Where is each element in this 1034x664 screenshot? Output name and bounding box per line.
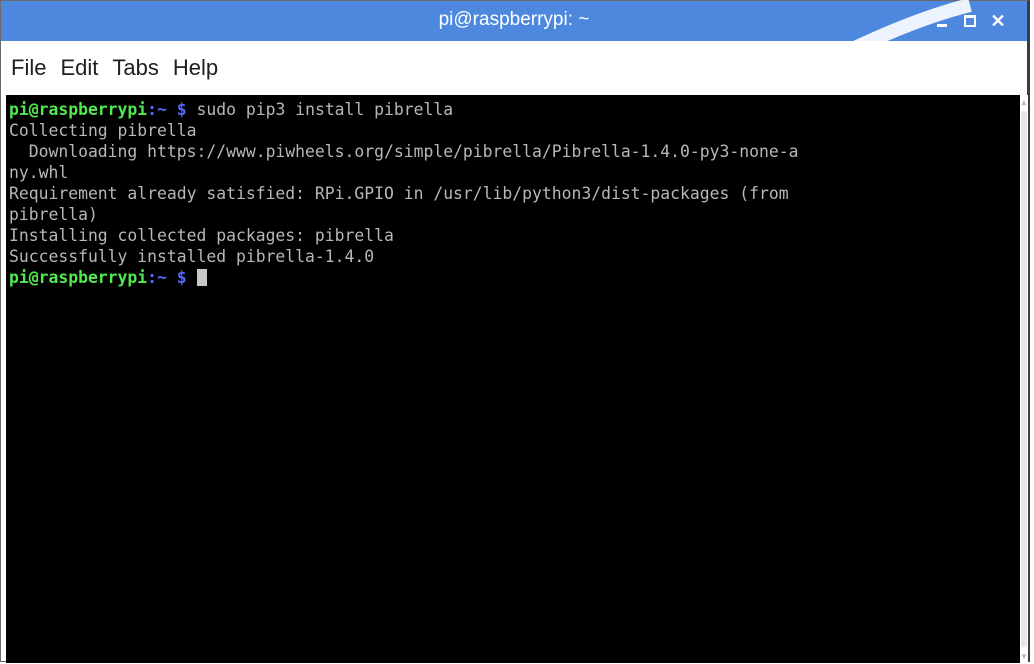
menu-help[interactable]: Help <box>171 55 220 81</box>
output-line: Collecting pibrella <box>9 121 197 140</box>
output-line: ny.whl <box>9 163 69 182</box>
scroll-thumb[interactable] <box>1021 111 1027 647</box>
terminal-window: pi@raspberrypi: ~ ✕ File Edit Tabs Help … <box>0 0 1030 663</box>
terminal-output[interactable]: pi@raspberrypi:~ $ sudo pip3 install pib… <box>6 95 1020 663</box>
scroll-down-icon[interactable]: ▼ <box>1020 651 1028 661</box>
menu-file[interactable]: File <box>9 55 48 81</box>
output-line: Successfully installed pibrella-1.4.0 <box>9 247 375 266</box>
maximize-button[interactable] <box>959 11 981 31</box>
scroll-up-icon[interactable]: ▲ <box>1020 97 1028 107</box>
prompt-sign: $ <box>176 100 187 119</box>
current-prompt-line: pi@raspberrypi:~ $ <box>9 267 1020 288</box>
window-title: pi@raspberrypi: ~ <box>438 9 590 30</box>
close-icon: ✕ <box>990 11 1006 31</box>
menu-tabs[interactable]: Tabs <box>110 55 160 81</box>
minimize-button[interactable] <box>931 11 953 31</box>
menu-edit[interactable]: Edit <box>58 55 100 81</box>
output-line: pibrella) <box>9 205 98 224</box>
output-line: Installing collected packages: pibrella <box>9 226 394 245</box>
prompt-sign: $ <box>176 268 187 287</box>
maximize-icon <box>964 15 976 27</box>
prompt-path: :~ <box>147 100 167 119</box>
menu-bar: File Edit Tabs Help <box>1 41 1027 95</box>
output-line: Requirement already satisfied: RPi.GPIO … <box>9 184 789 203</box>
text-cursor <box>196 269 207 286</box>
command-line: pi@raspberrypi:~ $ sudo pip3 install pib… <box>9 99 1020 120</box>
command-text: sudo pip3 install pibrella <box>196 100 454 119</box>
title-bar[interactable]: pi@raspberrypi: ~ ✕ <box>1 1 1027 41</box>
output-line: Downloading https://www.piwheels.org/sim… <box>9 142 799 161</box>
prompt-user: pi@raspberrypi <box>9 100 148 119</box>
minimize-icon <box>937 23 947 27</box>
prompt-user: pi@raspberrypi <box>9 268 148 287</box>
close-button[interactable]: ✕ <box>987 11 1009 31</box>
prompt-path: :~ <box>147 268 167 287</box>
vertical-scrollbar[interactable]: ▲ ▼ <box>1020 95 1028 663</box>
